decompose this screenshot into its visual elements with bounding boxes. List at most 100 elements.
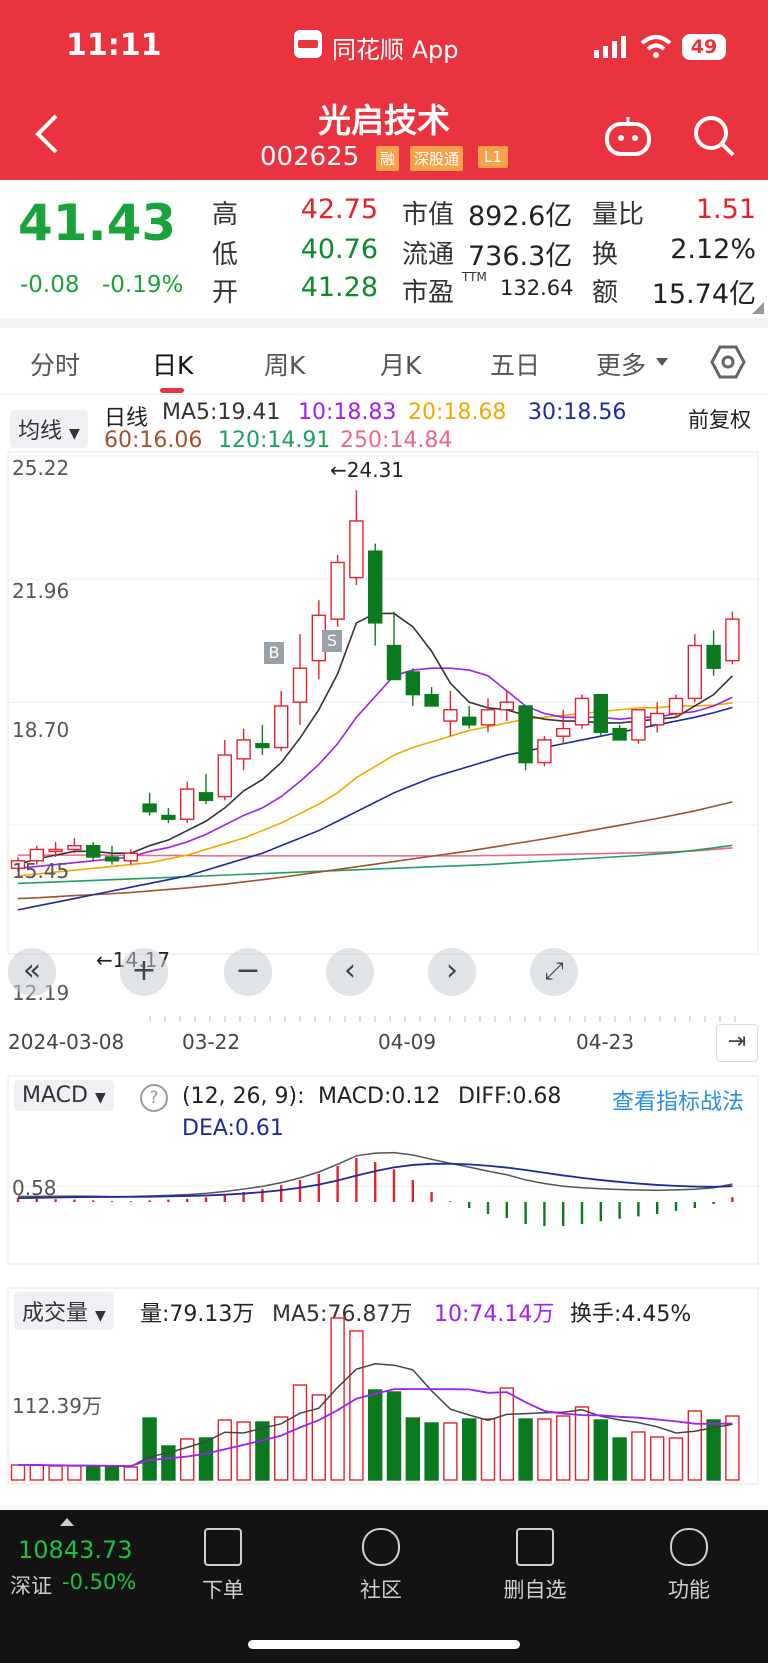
- ma20-legend: 20:18.68: [408, 400, 507, 425]
- y-label-1: 25.22: [12, 456, 70, 480]
- macd-y-label: 0.58: [12, 1176, 57, 1200]
- signal-icon: [594, 36, 628, 62]
- volume-bar: [650, 1436, 665, 1481]
- candle-body: [518, 705, 533, 764]
- ma5-legend: MA5:19.41: [162, 400, 281, 425]
- candle-body: [255, 743, 270, 749]
- candle-body: [612, 727, 627, 741]
- period-tabs: 分时 日K 周K 月K 五日 更多: [0, 328, 768, 395]
- buy-marker[interactable]: B: [264, 642, 284, 664]
- y-label-2: 21.96: [12, 579, 70, 603]
- volume-bar: [386, 1391, 402, 1481]
- volume-bar: [405, 1417, 420, 1481]
- volume-bar: [330, 1317, 345, 1481]
- candle-body: [179, 788, 195, 820]
- tab-weekly-k[interactable]: 周K: [264, 346, 305, 382]
- open-label: 开: [212, 278, 239, 308]
- y-label-3: 18.70: [12, 718, 70, 742]
- scroll-left-button[interactable]: ‹: [326, 948, 374, 996]
- candle-body: [650, 712, 665, 726]
- candle-body: [48, 848, 63, 853]
- candle-body: [443, 709, 458, 722]
- turnover-label: 换: [592, 240, 619, 270]
- search-icon[interactable]: [692, 114, 736, 162]
- tab-more[interactable]: 更多: [596, 346, 646, 382]
- adjust-mode[interactable]: 前复权: [688, 404, 751, 434]
- nav-remove-watchlist[interactable]: 删自选: [480, 1528, 590, 1604]
- battery-icon: 49: [682, 34, 726, 60]
- robot-assistant-icon[interactable]: [604, 116, 652, 160]
- volume-chart[interactable]: [0, 1282, 768, 1488]
- expand-corner-icon[interactable]: [752, 302, 764, 314]
- tab-five-day[interactable]: 五日: [490, 346, 540, 382]
- volume-bar: [179, 1438, 195, 1481]
- community-star-icon: [362, 1528, 400, 1566]
- volume-bar: [292, 1384, 308, 1481]
- nav-community[interactable]: 社区: [326, 1528, 436, 1604]
- candle-body: [142, 803, 157, 813]
- candle-body: [405, 671, 420, 696]
- ma-selector[interactable]: 均线 ▼: [10, 410, 88, 448]
- candle-body: [274, 705, 289, 749]
- mktcap-value: 892.6亿: [468, 201, 573, 232]
- volume-bar: [668, 1437, 684, 1481]
- ma60-line: [17, 801, 733, 900]
- nav-order[interactable]: 下单: [168, 1528, 278, 1604]
- zoom-in-button[interactable]: +: [120, 948, 168, 996]
- volume-bar: [236, 1421, 251, 1481]
- candle-body: [292, 667, 308, 703]
- x-label-1: 2024-03-08: [8, 1030, 125, 1054]
- candle-body: [349, 520, 364, 579]
- candle-body: [161, 814, 176, 820]
- functions-menu-icon: [670, 1528, 708, 1566]
- index-value[interactable]: 10843.73: [18, 1536, 133, 1564]
- candle-body: [537, 739, 552, 764]
- candle-body: [480, 709, 496, 726]
- settings-hexagon-icon[interactable]: [710, 344, 746, 384]
- candle-body: [574, 697, 590, 726]
- volume-bar: [349, 1330, 364, 1481]
- nav-functions[interactable]: 功能: [634, 1528, 744, 1604]
- fullscreen-button[interactable]: ⤢: [530, 948, 578, 996]
- turnover-value: 2.12%: [670, 234, 756, 265]
- candle-body: [198, 792, 214, 802]
- volratio-value: 1.51: [695, 194, 756, 225]
- index-expand-icon[interactable]: [60, 1518, 74, 1526]
- volume-bar: [518, 1418, 533, 1481]
- tab-daily-k[interactable]: 日K: [152, 346, 193, 382]
- home-indicator: [248, 1640, 520, 1649]
- macd-chart[interactable]: [0, 1070, 768, 1270]
- candle-body: [668, 697, 684, 715]
- ma10-line: [17, 667, 733, 870]
- candle-body: [123, 852, 139, 862]
- volume-bar: [10, 1464, 26, 1481]
- scroll-left-fast-button[interactable]: «: [8, 948, 56, 996]
- volume-bar: [142, 1417, 157, 1481]
- nav-remove-watchlist-label: 删自选: [503, 1578, 567, 1602]
- ma-caret-icon: ▼: [69, 426, 80, 442]
- volume-bar: [443, 1422, 458, 1481]
- jump-to-latest-icon[interactable]: ⇥: [716, 1024, 758, 1062]
- tab-intraday[interactable]: 分时: [30, 346, 80, 382]
- remove-watchlist-icon: [516, 1528, 554, 1566]
- status-time: 11:11: [66, 28, 162, 63]
- index-change: -0.50%: [62, 1570, 137, 1594]
- candle-body: [368, 550, 383, 624]
- scroll-right-button[interactable]: ›: [428, 948, 476, 996]
- mktcap-label: 市值: [402, 200, 455, 230]
- zoom-out-button[interactable]: −: [224, 948, 272, 996]
- float-label: 流通: [402, 240, 455, 270]
- tab-monthly-k[interactable]: 月K: [380, 346, 421, 382]
- y-label-4: 15.45: [12, 859, 70, 883]
- sell-marker[interactable]: S: [322, 630, 342, 652]
- app-logo-icon: [294, 30, 322, 58]
- volume-bar: [462, 1418, 477, 1481]
- volume-bar: [255, 1421, 270, 1481]
- nav-community-label: 社区: [360, 1578, 402, 1602]
- volume-bar: [368, 1389, 383, 1481]
- x-label-4: 04-23: [576, 1030, 635, 1054]
- status-app-name: 同花顺 App: [332, 36, 459, 64]
- volume-bar: [85, 1465, 101, 1481]
- divider: [0, 318, 768, 328]
- volume-bar: [593, 1419, 608, 1481]
